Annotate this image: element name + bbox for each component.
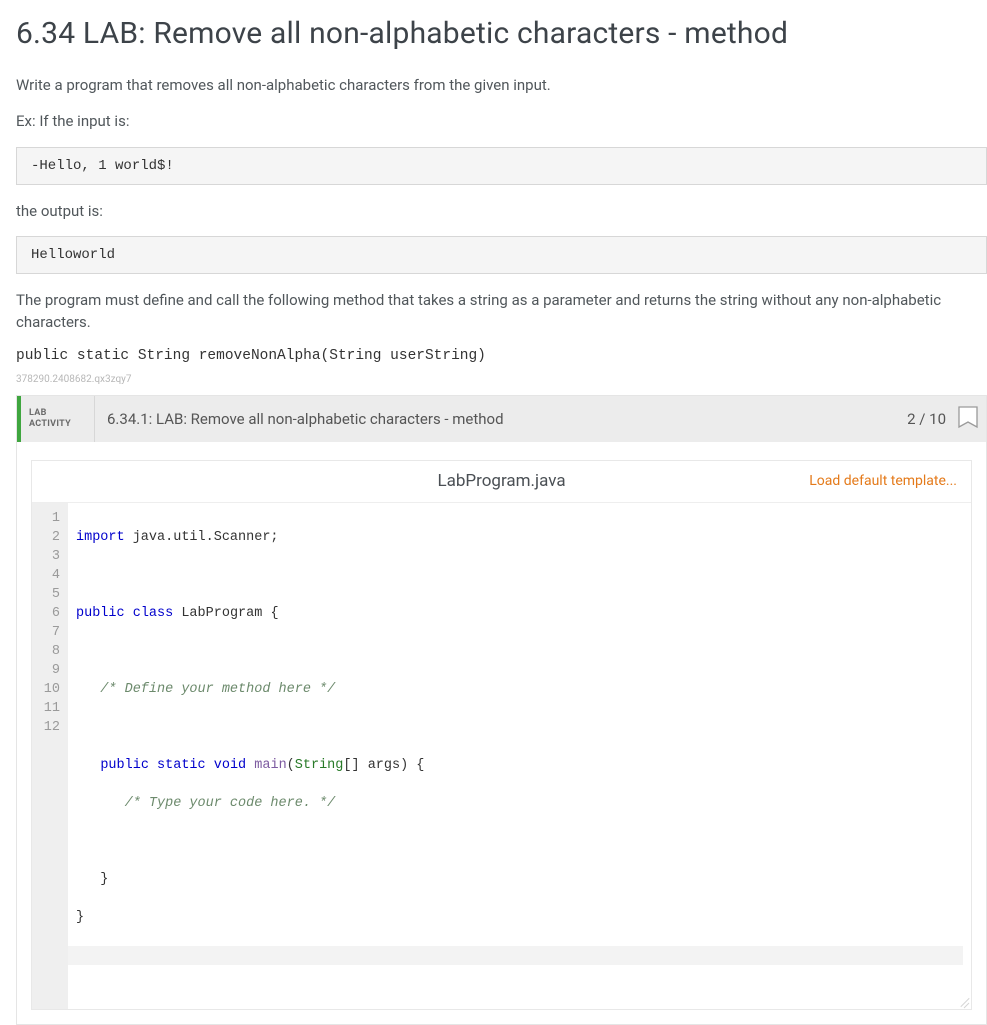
bookmark-icon[interactable] (956, 396, 986, 442)
content-id: 378290.2408682.qx3zqy7 (16, 374, 987, 385)
method-signature: public static String removeNonAlpha(Stri… (16, 348, 987, 364)
load-default-template-link[interactable]: Load default template... (809, 473, 957, 489)
line-number-gutter: 1 2 3 4 5 6 7 8 9 10 11 12 (32, 503, 68, 1009)
editor-header: LabProgram.java Load default template... (32, 461, 971, 503)
lab-activity-panel: LAB ACTIVITY 6.34.1: LAB: Remove all non… (16, 395, 987, 1025)
example-input-label: Ex: If the input is: (16, 111, 987, 133)
activity-type-label: LAB ACTIVITY (21, 396, 95, 442)
code-editor[interactable]: 1 2 3 4 5 6 7 8 9 10 11 12 import java.u… (32, 503, 971, 1009)
example-input-box: -Hello, 1 world$! (16, 147, 987, 185)
code-content[interactable]: import java.util.Scanner; public class L… (68, 503, 971, 1009)
activity-title: 6.34.1: LAB: Remove all non-alphabetic c… (95, 396, 897, 442)
activity-header: LAB ACTIVITY 6.34.1: LAB: Remove all non… (17, 396, 986, 442)
resize-handle-icon[interactable] (957, 995, 969, 1007)
filename-label: LabProgram.java (437, 471, 565, 491)
page-title: 6.34 LAB: Remove all non-alphabetic char… (16, 16, 987, 51)
description-text: The program must define and call the fol… (16, 290, 987, 334)
code-editor-panel: LabProgram.java Load default template...… (31, 460, 972, 1010)
example-output-box: Helloworld (16, 236, 987, 274)
intro-text: Write a program that removes all non-alp… (16, 75, 987, 97)
activity-type-line2: ACTIVITY (29, 419, 94, 429)
activity-type-line1: LAB (29, 408, 94, 418)
example-output-label: the output is: (16, 201, 987, 223)
activity-score: 2 / 10 (897, 396, 956, 442)
